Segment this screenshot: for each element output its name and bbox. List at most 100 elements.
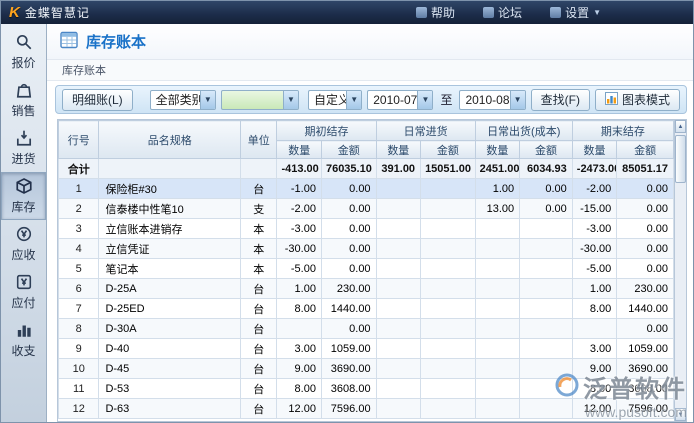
settings-menu-item[interactable]: 设置 ▼ [550,4,601,21]
table-row[interactable]: 8D-30A台0.000.00 [59,319,674,339]
inventory-cube-icon [15,177,33,195]
table-row[interactable]: 11D-53台8.003608.008.003608.00 [59,379,674,399]
table-row[interactable]: 12D-63台12.007596.0012.007596.00 [59,399,674,419]
col-group-ending[interactable]: 期末结存 [572,121,673,141]
value-cell: 9.00 [277,359,322,379]
inventory-table: 行号 品名规格 单位 期初结存 日常进货 日常出货(成本) 期末结存 数量 金额 [58,120,674,419]
category-select[interactable]: 全部类别 ▼ [150,90,216,110]
table-row[interactable]: 3立信账本进销存本-3.000.00-3.000.00 [59,219,674,239]
value-cell [475,319,520,339]
value-cell: -30.00 [277,239,322,259]
col-header-unit[interactable]: 单位 [241,121,277,159]
col-header-qty[interactable]: 数量 [572,141,617,159]
unit-cell: 本 [241,259,277,279]
value-cell [520,319,573,339]
range-select[interactable]: 自定义 ▼ [308,90,362,110]
product-name-cell: D-30A [99,319,241,339]
sidebar-item-quote[interactable]: 报价 [1,28,46,76]
row-number-cell: 12 [59,399,99,419]
calendar-dropdown-icon[interactable]: ▼ [510,91,525,109]
forum-icon [483,7,494,18]
col-group-purchase[interactable]: 日常进货 [376,121,475,141]
value-cell: 391.00 [376,159,421,179]
titlebar-menu: 帮助 论坛 设置 ▼ [416,4,601,21]
table-row[interactable]: 4立信凭证本-30.000.00-30.000.00 [59,239,674,259]
col-header-amt[interactable]: 金额 [617,141,674,159]
value-cell [520,239,573,259]
calendar-dropdown-icon[interactable]: ▼ [417,91,432,109]
vertical-scrollbar[interactable]: ▲ ▼ [674,119,687,422]
product-select[interactable]: ▼ [221,90,299,110]
value-cell [520,379,573,399]
col-group-shipment[interactable]: 日常出货(成本) [475,121,572,141]
sidebar-item-payable[interactable]: 应付 [1,268,46,316]
sidebar-item-cashflow[interactable]: 收支 [1,316,46,364]
table-row[interactable]: 1保险柜#30台-1.000.001.000.00-2.000.00 [59,179,674,199]
chevron-down-icon[interactable]: ▼ [283,91,298,109]
chevron-down-icon[interactable]: ▼ [200,91,215,109]
value-cell [376,339,421,359]
find-button[interactable]: 查找(F) [531,89,590,111]
value-cell [421,239,476,259]
table-area: 行号 品名规格 单位 期初结存 日常进货 日常出货(成本) 期末结存 数量 金额 [57,119,687,422]
scrollbar-thumb[interactable] [675,135,686,183]
value-cell: 0.00 [321,259,376,279]
scroll-up-icon[interactable]: ▲ [675,120,686,133]
value-cell [376,279,421,299]
table-row[interactable]: 6D-25A台1.00230.001.00230.00 [59,279,674,299]
col-header-amt[interactable]: 金额 [421,141,476,159]
value-cell: 1.00 [475,179,520,199]
col-header-name[interactable]: 品名规格 [99,121,241,159]
value-cell: 7596.00 [321,399,376,419]
value-cell: 2451.00 [475,159,520,179]
sidebar-item-label: 应收 [11,246,35,263]
sidebar-item-purchase[interactable]: 进货 [1,124,46,172]
sidebar-item-receivable[interactable]: 应收 [1,220,46,268]
col-header-amt[interactable]: 金额 [520,141,573,159]
chevron-down-icon[interactable]: ▼ [346,91,361,109]
date-to-input[interactable]: 2010-08-05 ▼ [459,90,525,110]
col-header-qty[interactable]: 数量 [376,141,421,159]
value-cell: 0.00 [617,259,674,279]
scroll-down-icon[interactable]: ▼ [675,408,686,421]
value-cell [572,319,617,339]
forum-menu-item[interactable]: 论坛 [483,4,522,21]
help-menu-item[interactable]: 帮助 [416,4,455,21]
date-from-input[interactable]: 2010-07-06 ▼ [367,90,433,110]
value-cell: 0.00 [617,179,674,199]
value-cell [475,239,520,259]
col-group-opening[interactable]: 期初结存 [277,121,376,141]
detail-ledger-button[interactable]: 明细账(L) [62,89,133,111]
value-cell [376,259,421,279]
product-name-cell: 立信账本进销存 [99,219,241,239]
table-row[interactable]: 9D-40台3.001059.003.001059.00 [59,339,674,359]
row-number-cell: 11 [59,379,99,399]
toolbar-wrap: 明细账(L) 全部类别 ▼ ▼ 自定义 ▼ 2010-07-06 [47,81,693,117]
value-cell: 0.00 [520,179,573,199]
table-row[interactable]: 2信泰楼中性笔10支-2.000.0013.000.00-15.000.00 [59,199,674,219]
col-header-row-no[interactable]: 行号 [59,121,99,159]
table-row[interactable]: 10D-45台9.003690.009.003690.00 [59,359,674,379]
table-row[interactable]: 5笔记本本-5.000.00-5.000.00 [59,259,674,279]
product-name-cell: D-63 [99,399,241,419]
date-range-to-label: 至 [438,91,454,108]
chart-mode-button[interactable]: 图表模式 [595,89,680,111]
value-cell: -2.00 [572,179,617,199]
main-panel: 库存账本 库存账本 明细账(L) 全部类别 ▼ ▼ [47,24,693,422]
table-row[interactable]: 7D-25ED台8.001440.008.001440.00 [59,299,674,319]
category-select-value: 全部类别 [151,91,200,108]
col-header-qty[interactable]: 数量 [475,141,520,159]
value-cell [421,299,476,319]
purchase-arrow-box-icon [15,129,33,147]
value-cell: 3690.00 [321,359,376,379]
sidebar-item-sales[interactable]: 销售 [1,76,46,124]
value-cell: 7596.00 [617,399,674,419]
value-cell: 230.00 [321,279,376,299]
sidebar-item-inventory[interactable]: 库存 [1,172,46,220]
help-label: 帮助 [431,4,455,21]
value-cell: -2473.00 [572,159,617,179]
col-header-qty[interactable]: 数量 [277,141,322,159]
col-header-amt[interactable]: 金额 [321,141,376,159]
value-cell [421,339,476,359]
page-header: 库存账本 [47,24,693,60]
